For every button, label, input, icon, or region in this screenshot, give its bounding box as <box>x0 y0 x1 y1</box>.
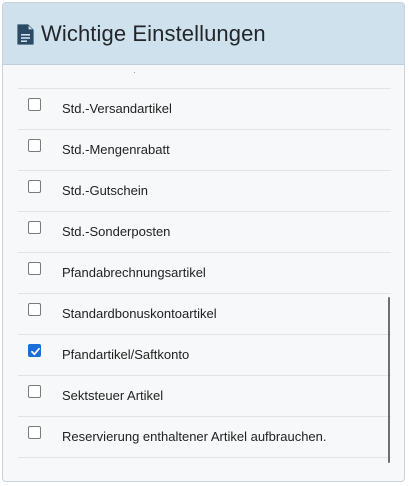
settings-list-scroll-area[interactable]: · Std.-Versandartikel Std.-Mengenrabatt St… <box>3 65 404 481</box>
settings-item-label: Pfandartikel/Saftkonto <box>62 347 190 362</box>
settings-panel: Wichtige Einstellungen · Std.-Versandart… <box>2 2 405 482</box>
checkbox[interactable] <box>28 426 41 439</box>
list-end-divider <box>18 457 391 458</box>
settings-item-label: Std.-Sonderposten <box>62 224 171 239</box>
settings-list-item[interactable]: Std.-Sonderposten <box>18 211 391 252</box>
settings-item-label: Sektsteuer Artikel <box>62 388 164 403</box>
settings-item-label: Pfandabrechnungsartikel <box>62 265 206 280</box>
settings-list-item[interactable]: Sektsteuer Artikel <box>18 375 391 416</box>
settings-list-item[interactable]: Pfandabrechnungsartikel <box>18 252 391 293</box>
settings-item-label: Reservierung enthaltener Artikel aufbrau… <box>62 429 327 444</box>
checkbox-checked[interactable] <box>28 344 41 357</box>
settings-list-item[interactable]: Pfandartikel/Saftkonto <box>18 334 391 375</box>
settings-item-label: Standardbonuskontoartikel <box>62 306 217 321</box>
checkbox[interactable] <box>28 303 41 316</box>
checkbox[interactable] <box>28 139 41 152</box>
check-icon <box>31 347 40 356</box>
settings-item-label: Std.-Gutschein <box>62 183 148 198</box>
settings-item-label: Std.-Versandartikel <box>62 101 172 116</box>
checkbox[interactable] <box>28 262 41 275</box>
checkbox[interactable] <box>28 385 41 398</box>
settings-list-item[interactable]: Std.-Mengenrabatt <box>18 129 391 170</box>
settings-list-item[interactable]: Std.-Versandartikel <box>18 88 391 129</box>
checkbox[interactable] <box>28 98 41 111</box>
settings-list-item[interactable]: Reservierung enthaltener Artikel aufbrau… <box>18 416 391 457</box>
panel-header: Wichtige Einstellungen <box>3 3 404 65</box>
partial-item-marker: · <box>133 68 136 77</box>
settings-item-label: Std.-Mengenrabatt <box>62 142 170 157</box>
document-icon <box>17 24 34 45</box>
settings-list-item[interactable]: Std.-Gutschein <box>18 170 391 211</box>
vertical-scrollbar[interactable] <box>388 297 390 463</box>
panel-title: Wichtige Einstellungen <box>41 21 266 46</box>
checkbox[interactable] <box>28 221 41 234</box>
checkbox[interactable] <box>28 180 41 193</box>
settings-list-item[interactable]: Standardbonuskontoartikel <box>18 293 391 334</box>
